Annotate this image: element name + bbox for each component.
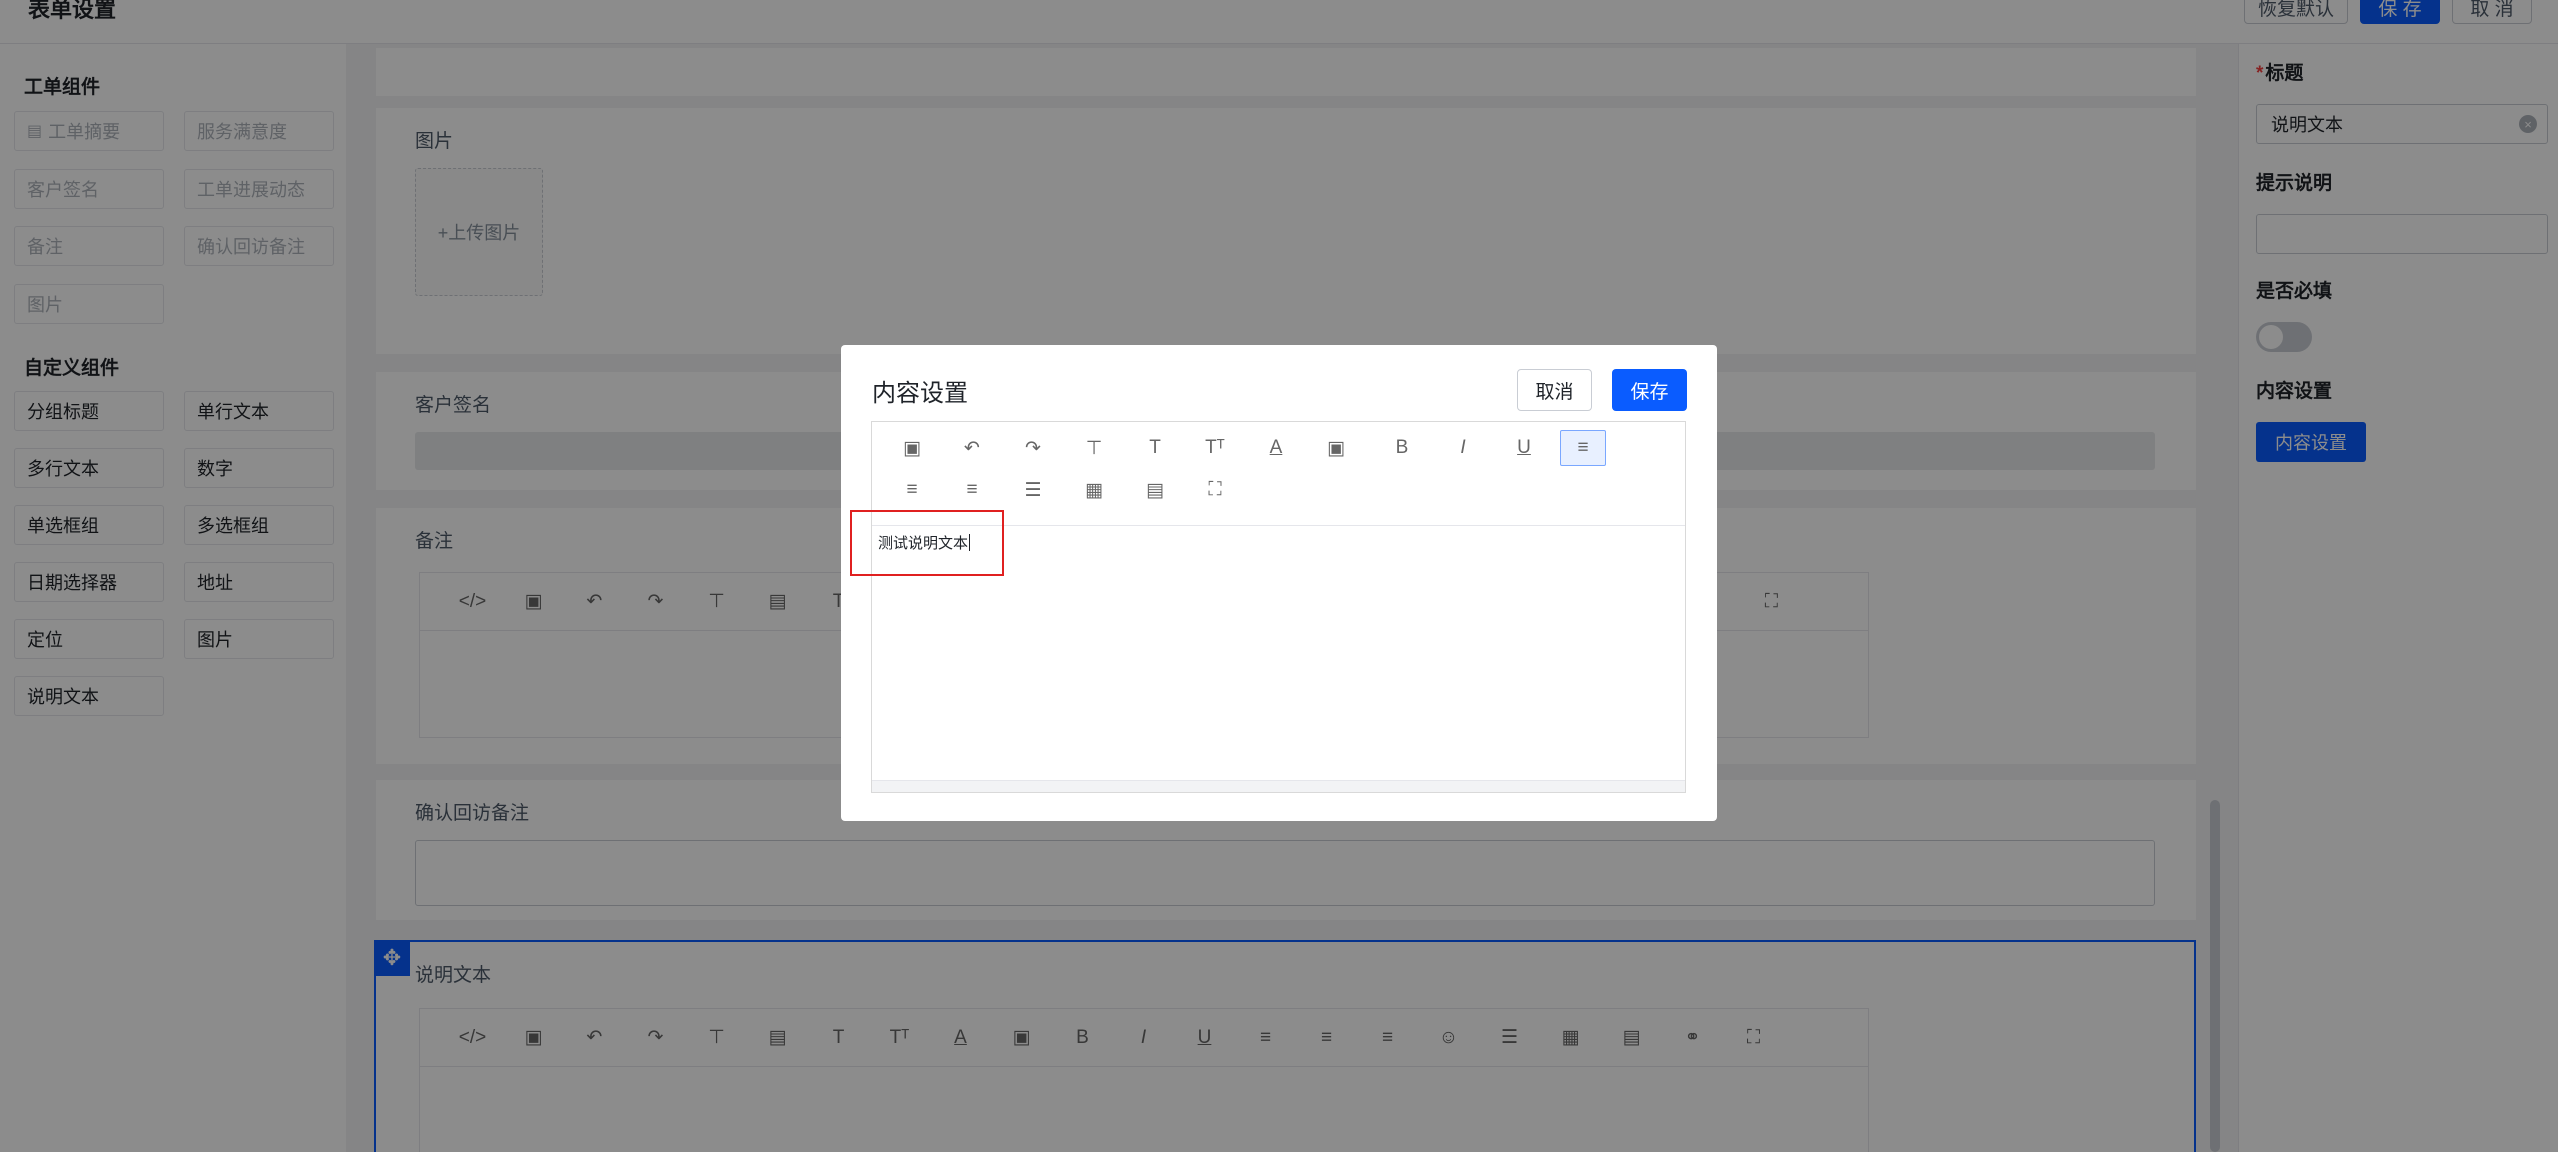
heading-icon[interactable]: T [1132, 430, 1178, 466]
dialog-cancel-button[interactable]: 取消 [1517, 369, 1592, 411]
underline-icon[interactable]: U [1501, 430, 1547, 466]
table-icon[interactable]: ▦ [1071, 472, 1117, 508]
horizontal-rule-icon[interactable]: ☰ [1010, 472, 1056, 508]
dialog-rich-editor: ▣ ↶ ↷ ⊤ T Tᵀ A ▣ B I U ≡ ≡ ≡ ☰ ▦ ▤ ⛶ 测试说… [871, 421, 1686, 793]
align-center-icon[interactable]: ≡ [889, 472, 935, 508]
italic-icon[interactable]: I [1440, 430, 1486, 466]
background-color-icon[interactable]: ▣ [1313, 430, 1359, 466]
image-icon[interactable]: ▤ [1132, 472, 1178, 508]
template-icon[interactable]: ▣ [889, 430, 935, 466]
font-color-icon[interactable]: A [1253, 430, 1299, 466]
dialog-save-button[interactable]: 保存 [1612, 369, 1687, 411]
align-right-icon[interactable]: ≡ [949, 472, 995, 508]
content-settings-dialog: 内容设置 取消 保存 ▣ ↶ ↷ ⊤ T Tᵀ A ▣ B I U ≡ ≡ ≡ … [841, 345, 1717, 821]
font-size-icon[interactable]: Tᵀ [1192, 430, 1238, 466]
dialog-editor-statusbar [872, 780, 1685, 792]
align-left-icon[interactable]: ≡ [1560, 430, 1606, 466]
fullscreen-icon[interactable]: ⛶ [1192, 472, 1238, 508]
dialog-title: 内容设置 [872, 380, 968, 407]
bold-icon[interactable]: B [1379, 430, 1425, 466]
redo-icon[interactable]: ↷ [1010, 430, 1056, 466]
highlight-box [850, 510, 1004, 576]
strikethrough-icon[interactable]: ⊤ [1071, 430, 1117, 466]
undo-icon[interactable]: ↶ [949, 430, 995, 466]
